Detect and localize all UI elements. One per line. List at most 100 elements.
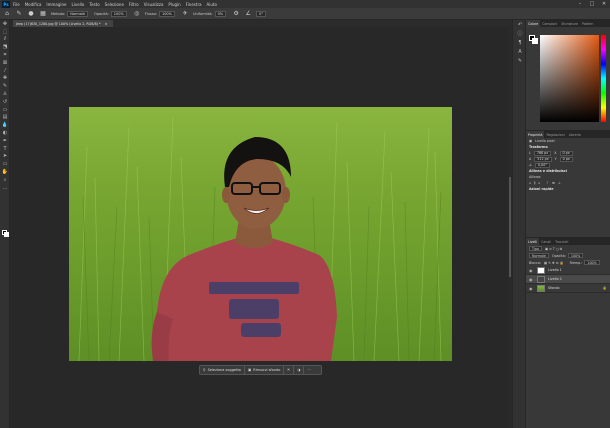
document-image[interactable]: [69, 107, 452, 361]
opacity-field[interactable]: 100%: [110, 10, 127, 17]
zoom-tool-icon[interactable]: ⌕: [0, 176, 10, 184]
tab-adjustments[interactable]: Regolazioni: [544, 131, 566, 138]
smoothing-field[interactable]: 0%: [214, 10, 227, 17]
dodge-tool-icon[interactable]: ◐: [0, 129, 10, 137]
menu-image[interactable]: Immagine: [46, 2, 66, 7]
close-icon[interactable]: ✕: [598, 0, 610, 8]
move-tool-icon[interactable]: ✥: [0, 20, 10, 28]
history-brush-icon[interactable]: ↺: [0, 98, 10, 106]
layer-row-selected[interactable]: ◉ Livello 2: [526, 275, 610, 284]
minimize-icon[interactable]: –: [574, 0, 586, 8]
angle-field[interactable]: 0,00°: [534, 162, 550, 168]
hue-slider[interactable]: [601, 35, 606, 122]
layer-row[interactable]: ◉ Livello 1: [526, 266, 610, 275]
y-field[interactable]: 0 px: [559, 156, 573, 162]
home-icon[interactable]: ⌂: [3, 10, 11, 18]
history-panel-icon[interactable]: ↶: [513, 20, 527, 29]
maximize-icon[interactable]: □: [586, 0, 598, 8]
visibility-eye-icon[interactable]: ◉: [529, 286, 534, 291]
fill-field[interactable]: 100%: [584, 260, 600, 265]
filter-icons[interactable]: ▣ ⊘ T ◻ ⧉: [545, 247, 562, 251]
remove-background-button[interactable]: ▣ Rimuovi sfondo: [245, 366, 285, 374]
brush-preset-icon[interactable]: ●: [27, 10, 35, 18]
tab-libraries[interactable]: Librerie: [567, 131, 583, 138]
brush-tool-icon[interactable]: ✎: [15, 10, 23, 18]
more-options-button[interactable]: ···: [304, 366, 313, 374]
menu-filter[interactable]: Filtro: [129, 2, 139, 7]
align-middle-icon[interactable]: ⊞: [552, 181, 555, 185]
tab-gradients[interactable]: Sfumature: [559, 20, 580, 27]
flow-field[interactable]: 100%: [158, 10, 175, 17]
eraser-tool-icon[interactable]: ▭: [0, 106, 10, 114]
visibility-eye-icon[interactable]: ◉: [529, 277, 534, 282]
pen-tool-icon[interactable]: ✒: [0, 137, 10, 145]
menu-view[interactable]: Visualizza: [144, 2, 164, 7]
x-field[interactable]: 0 px: [559, 150, 573, 156]
quick-actions-section[interactable]: Azioni rapide: [526, 186, 610, 192]
tab-channels[interactable]: Canali: [539, 238, 553, 245]
lasso-tool-icon[interactable]: ℓ: [0, 36, 10, 44]
menu-help[interactable]: Aiuto: [207, 2, 217, 7]
document-tab[interactable]: Jeep (17)630_1280.jpg @ 100% (Livello 2,…: [13, 20, 113, 27]
tab-swatches[interactable]: Campioni: [540, 20, 559, 27]
frame-tool-icon[interactable]: ⊠: [0, 59, 10, 67]
width-field[interactable]: 768 px: [533, 150, 552, 156]
angle-field[interactable]: 0°: [256, 10, 267, 17]
stamp-tool-icon[interactable]: ♙: [0, 90, 10, 98]
menu-window[interactable]: Finestra: [186, 2, 202, 7]
gradient-tool-icon[interactable]: ▤: [0, 114, 10, 122]
transform-button[interactable]: ⇱: [284, 366, 295, 374]
layer-row-background[interactable]: ◉ Sfondo 🔒: [526, 284, 610, 293]
airbrush-icon[interactable]: ✈: [181, 10, 189, 18]
photoshop-logo[interactable]: Ps: [2, 0, 10, 8]
scrollbar-thumb[interactable]: [509, 177, 511, 277]
menu-type[interactable]: Testo: [89, 2, 99, 7]
background-color-swatch[interactable]: [4, 232, 9, 237]
lock-icons[interactable]: ▦ ✎ ✥ ⊡ 🔒: [544, 261, 564, 265]
layer-filter-select[interactable]: Tipo: [529, 246, 542, 251]
blend-mode-select[interactable]: Normale: [529, 253, 549, 258]
eyedropper-tool-icon[interactable]: ⁄: [0, 67, 10, 75]
tab-paths[interactable]: Tracciati: [553, 238, 570, 245]
background-swatch[interactable]: [532, 38, 538, 44]
paragraph-panel-icon[interactable]: ¶: [513, 38, 527, 47]
menu-layer[interactable]: Livello: [72, 2, 85, 7]
brush-panel-icon[interactable]: ✎: [513, 56, 527, 65]
object-select-tool-icon[interactable]: ⬔: [0, 43, 10, 51]
select-subject-button[interactable]: ⚲ Seleziona soggetto: [200, 366, 245, 374]
align-bottom-icon[interactable]: ⊥: [558, 181, 561, 185]
menu-edit[interactable]: Modifica: [25, 2, 42, 7]
gear-icon[interactable]: ⚙: [232, 10, 240, 18]
more-tools-icon[interactable]: …: [0, 184, 10, 192]
character-panel-icon[interactable]: A: [513, 47, 527, 56]
tab-properties[interactable]: Proprietà: [526, 131, 545, 138]
path-select-tool-icon[interactable]: ➤: [0, 153, 10, 161]
healing-tool-icon[interactable]: ✚: [0, 75, 10, 83]
align-top-icon[interactable]: ⊤: [546, 181, 549, 185]
align-center-icon[interactable]: ⫼: [534, 181, 536, 185]
menu-plugins[interactable]: Plugin: [168, 2, 180, 7]
menu-file[interactable]: File: [13, 2, 20, 7]
blur-tool-icon[interactable]: 💧: [0, 121, 10, 129]
tab-layers[interactable]: Livelli: [526, 238, 540, 245]
tab-color[interactable]: Colore: [526, 20, 541, 27]
color-picker-field[interactable]: [540, 35, 599, 122]
layer-opacity-field[interactable]: 100%: [567, 253, 584, 258]
pressure-opacity-icon[interactable]: ◎: [133, 10, 141, 18]
crop-tool-icon[interactable]: ⌗: [0, 51, 10, 59]
adjust-button[interactable]: ◑: [294, 366, 305, 374]
marquee-tool-icon[interactable]: ⬚: [0, 28, 10, 36]
align-left-icon[interactable]: ⫷: [529, 181, 531, 185]
mode-select[interactable]: Normale: [67, 10, 89, 17]
close-tab-icon[interactable]: ×: [105, 22, 108, 26]
tab-patterns[interactable]: Pattern: [580, 20, 595, 27]
brush-settings-icon[interactable]: ▦: [39, 10, 47, 18]
shape-tool-icon[interactable]: ▭: [0, 160, 10, 168]
info-panel-icon[interactable]: ⓘ: [513, 29, 527, 38]
brush-tool-icon[interactable]: ✎: [0, 82, 10, 90]
menu-select[interactable]: Selezione: [105, 2, 124, 7]
visibility-eye-icon[interactable]: ◉: [529, 268, 534, 273]
type-tool-icon[interactable]: T: [0, 145, 10, 153]
hand-tool-icon[interactable]: ✋: [0, 168, 10, 176]
align-right-icon[interactable]: ⫸: [538, 181, 540, 185]
